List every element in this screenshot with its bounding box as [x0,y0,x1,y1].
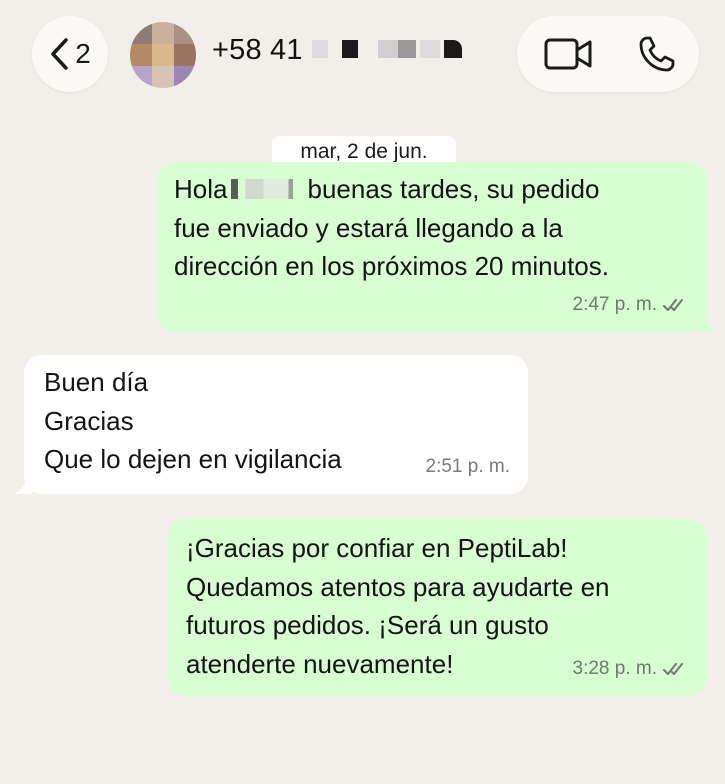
phone-icon [639,36,675,72]
call-actions [517,16,699,92]
message-greeting: Hola [174,174,228,204]
message-time: 3:28 p. m. [572,657,658,679]
unread-count: 2 [75,38,91,69]
contact-number[interactable]: +58 41 [212,34,303,67]
video-call-button[interactable] [533,16,605,92]
double-check-icon [663,298,683,311]
avatar[interactable] [130,22,196,88]
message-meta: 2:51 p. m. [426,448,511,487]
chat-header: 2 +58 41 [0,0,725,112]
bubble-tail [700,314,718,332]
message-meta: 2:47 p. m. [573,286,690,325]
message-meta: 3:28 p. m. [573,650,690,689]
message-line: buenas tardes, su pedido [307,174,600,204]
double-check-icon [663,662,683,675]
video-camera-icon [544,38,592,70]
bubble-tail [14,476,32,494]
chevron-left-icon [51,38,68,70]
message-body: fue enviado y estará llegando a la direc… [174,212,609,282]
outgoing-message[interactable]: Hola buenas tardes, su pedido fue enviad… [157,162,707,332]
outgoing-message[interactable]: ¡Gracias por confiar en PeptiLab! Quedam… [168,519,707,696]
message-text: Hola buenas tardes, su pedido fue enviad… [174,170,707,286]
redacted-name [231,179,304,200]
message-time: 2:51 p. m. [425,455,511,477]
back-button[interactable]: 2 [32,16,108,92]
message-time: 2:47 p. m. [572,293,658,315]
voice-call-button[interactable] [621,16,693,92]
incoming-message[interactable]: Buen día Gracias Que lo dejen en vigilan… [24,355,528,494]
